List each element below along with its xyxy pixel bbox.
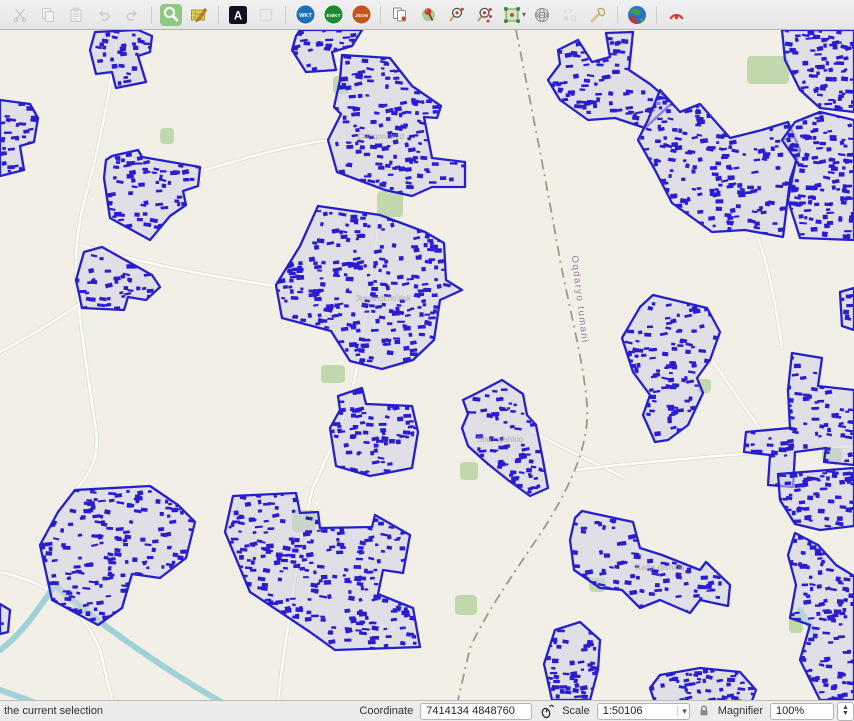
form-annotation-button: [252, 2, 280, 28]
chevron-down-icon: ▾: [677, 706, 687, 717]
globe-wire-icon: [533, 6, 551, 24]
badge-icon: WKT: [295, 4, 316, 25]
toolbar-separator: [617, 6, 618, 24]
mouse-extent-icon[interactable]: [539, 703, 555, 719]
zoom-to-points-button[interactable]: [470, 2, 498, 28]
letter-a-icon: A: [229, 6, 247, 24]
processing-tools-button[interactable]: [584, 2, 612, 28]
svg-text:A: A: [234, 10, 242, 22]
paste-button: [62, 2, 90, 28]
map-label: Katta qishloq: [635, 562, 684, 572]
toolbar-separator: [656, 6, 657, 24]
green-area: [377, 191, 403, 217]
magnifier-input[interactable]: [770, 703, 834, 720]
toolbar: A WKT EWKT JSON ▾ X,Y: [0, 0, 854, 29]
pages-dot-icon: [391, 6, 409, 24]
copy-features-button[interactable]: [386, 2, 414, 28]
red-arc-icon: [667, 5, 686, 24]
scale-value: 1:50106: [603, 705, 643, 717]
scale-label: Scale: [562, 705, 590, 717]
scissors-icon: [12, 7, 28, 23]
badge-icon: JSON: [351, 4, 372, 25]
map-label: Sho'r qishloq: [477, 435, 523, 444]
green-area: [455, 595, 477, 615]
magnifier-dots-icon: [475, 6, 493, 24]
redo-button: [118, 2, 146, 28]
lock-icon[interactable]: [697, 704, 711, 718]
coordinate-label: Coordinate: [359, 705, 413, 717]
toolbar-separator: [285, 6, 286, 24]
world-map-button[interactable]: [623, 2, 651, 28]
globe-wireframe-button[interactable]: [528, 2, 556, 28]
text-annotation-button[interactable]: A: [224, 2, 252, 28]
coordinate-input[interactable]: [420, 703, 532, 720]
edit-map-button[interactable]: [185, 2, 213, 28]
green-area: [321, 365, 345, 383]
scale-combo[interactable]: 1:50106 ▾: [597, 703, 690, 720]
green-area: [160, 128, 174, 144]
toolbar-separator: [218, 6, 219, 24]
copy-button: [34, 2, 62, 28]
arc-tool-button[interactable]: [662, 2, 690, 28]
status-message: the current selection: [4, 705, 352, 717]
paste-icon: [68, 7, 84, 23]
magnifier-spinner[interactable]: ▲▼: [837, 702, 854, 721]
copy-ewkt-button[interactable]: EWKT: [319, 2, 347, 28]
toolbar-separator: [380, 6, 381, 24]
copy-icon: [40, 7, 56, 23]
map-label: Jirmandcho'rlok: [355, 294, 412, 303]
map-pencil-icon: [190, 6, 208, 24]
zoom-to-selection-button[interactable]: [157, 2, 185, 28]
status-bar: the current selection Coordinate Scale 1…: [0, 700, 854, 721]
zoom-to-point-button[interactable]: [442, 2, 470, 28]
dropdown-arrow-icon[interactable]: ▾: [522, 10, 526, 19]
wrench-icon: [589, 6, 607, 24]
map-label: Dehqonobod: [358, 132, 404, 141]
pushpin-icon: [419, 5, 438, 24]
green-area: [460, 462, 478, 480]
globe-color-icon: [627, 5, 647, 25]
svg-text:EWKT: EWKT: [326, 13, 340, 19]
map-svg: Oqdaryo tumaniJirmandcho'rlokDehqonobodS…: [0, 30, 854, 700]
qgis-window: AWKTEWKTJSON▾X,Y Oqdaryo tumaniJirmandch…: [0, 0, 854, 721]
toolbar-separator: [151, 6, 152, 24]
square-icon: [258, 7, 274, 23]
undo-button: [90, 2, 118, 28]
svg-text:JSON: JSON: [354, 13, 368, 19]
undo-icon: [96, 7, 112, 23]
xy-tool-button: X,Y: [556, 2, 584, 28]
copy-json-button[interactable]: JSON: [347, 2, 375, 28]
xy-icon: X,Y: [561, 6, 579, 24]
cut-button: [6, 2, 34, 28]
svg-text:WKT: WKT: [299, 13, 312, 19]
green-area: [747, 56, 789, 84]
redo-icon: [124, 7, 140, 23]
paste-features-button[interactable]: [414, 2, 442, 28]
magnifier-label: Magnifier: [718, 705, 763, 717]
polygon-dot-icon: [503, 6, 521, 24]
svg-text:X,Y: X,Y: [563, 9, 573, 15]
copy-wkt-button[interactable]: WKT: [291, 2, 319, 28]
magnifier-green-icon: [160, 4, 182, 26]
badge-icon: EWKT: [323, 4, 344, 25]
magnifier-dot-icon: [447, 6, 465, 24]
map-canvas[interactable]: Oqdaryo tumaniJirmandcho'rlokDehqonobodS…: [0, 29, 854, 700]
